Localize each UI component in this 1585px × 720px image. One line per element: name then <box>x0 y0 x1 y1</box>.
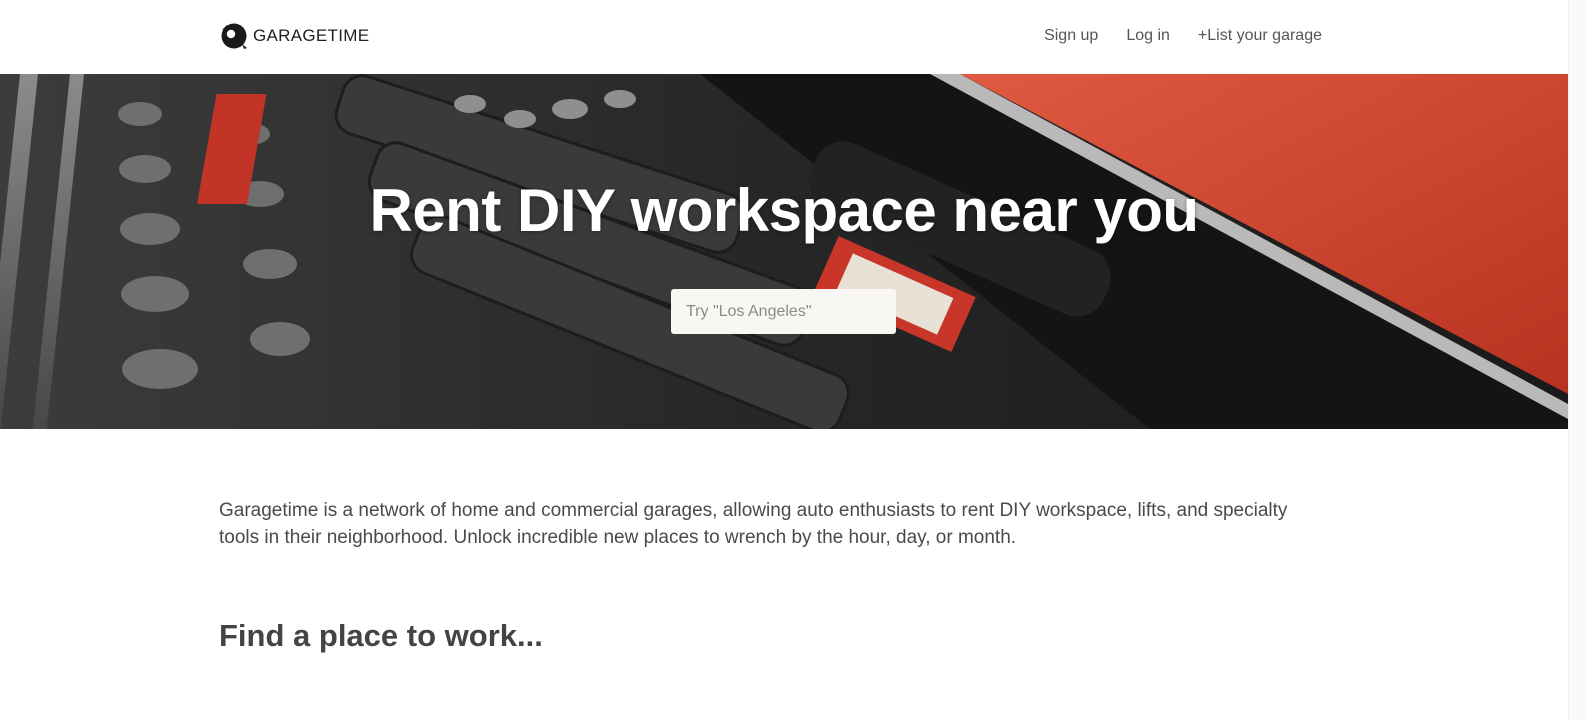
nav-list-garage-link[interactable]: +List your garage <box>1198 27 1322 45</box>
nav-log-in-link[interactable]: Log in <box>1126 27 1170 45</box>
logo-text: GARAGETIME <box>253 26 370 45</box>
hero-banner: Rent DIY workspace near you <box>0 74 1568 429</box>
garagetime-logo-icon <box>221 23 247 49</box>
top-nav: Sign up Log in +List your garage <box>1044 27 1322 45</box>
page-scrollbar[interactable] <box>1568 0 1585 720</box>
find-place-heading: Find a place to work... <box>219 618 543 653</box>
site-header: GARAGETIME Sign up Log in +List your gar… <box>0 0 1568 74</box>
location-search-input[interactable] <box>671 289 896 334</box>
nav-sign-up-link[interactable]: Sign up <box>1044 27 1098 45</box>
intro-paragraph: Garagetime is a network of home and comm… <box>219 500 1288 548</box>
hero-title: Rent DIY workspace near you <box>369 177 1199 244</box>
toolbox-background-image <box>0 74 1568 429</box>
logo-link[interactable]: GARAGETIME <box>220 22 369 50</box>
